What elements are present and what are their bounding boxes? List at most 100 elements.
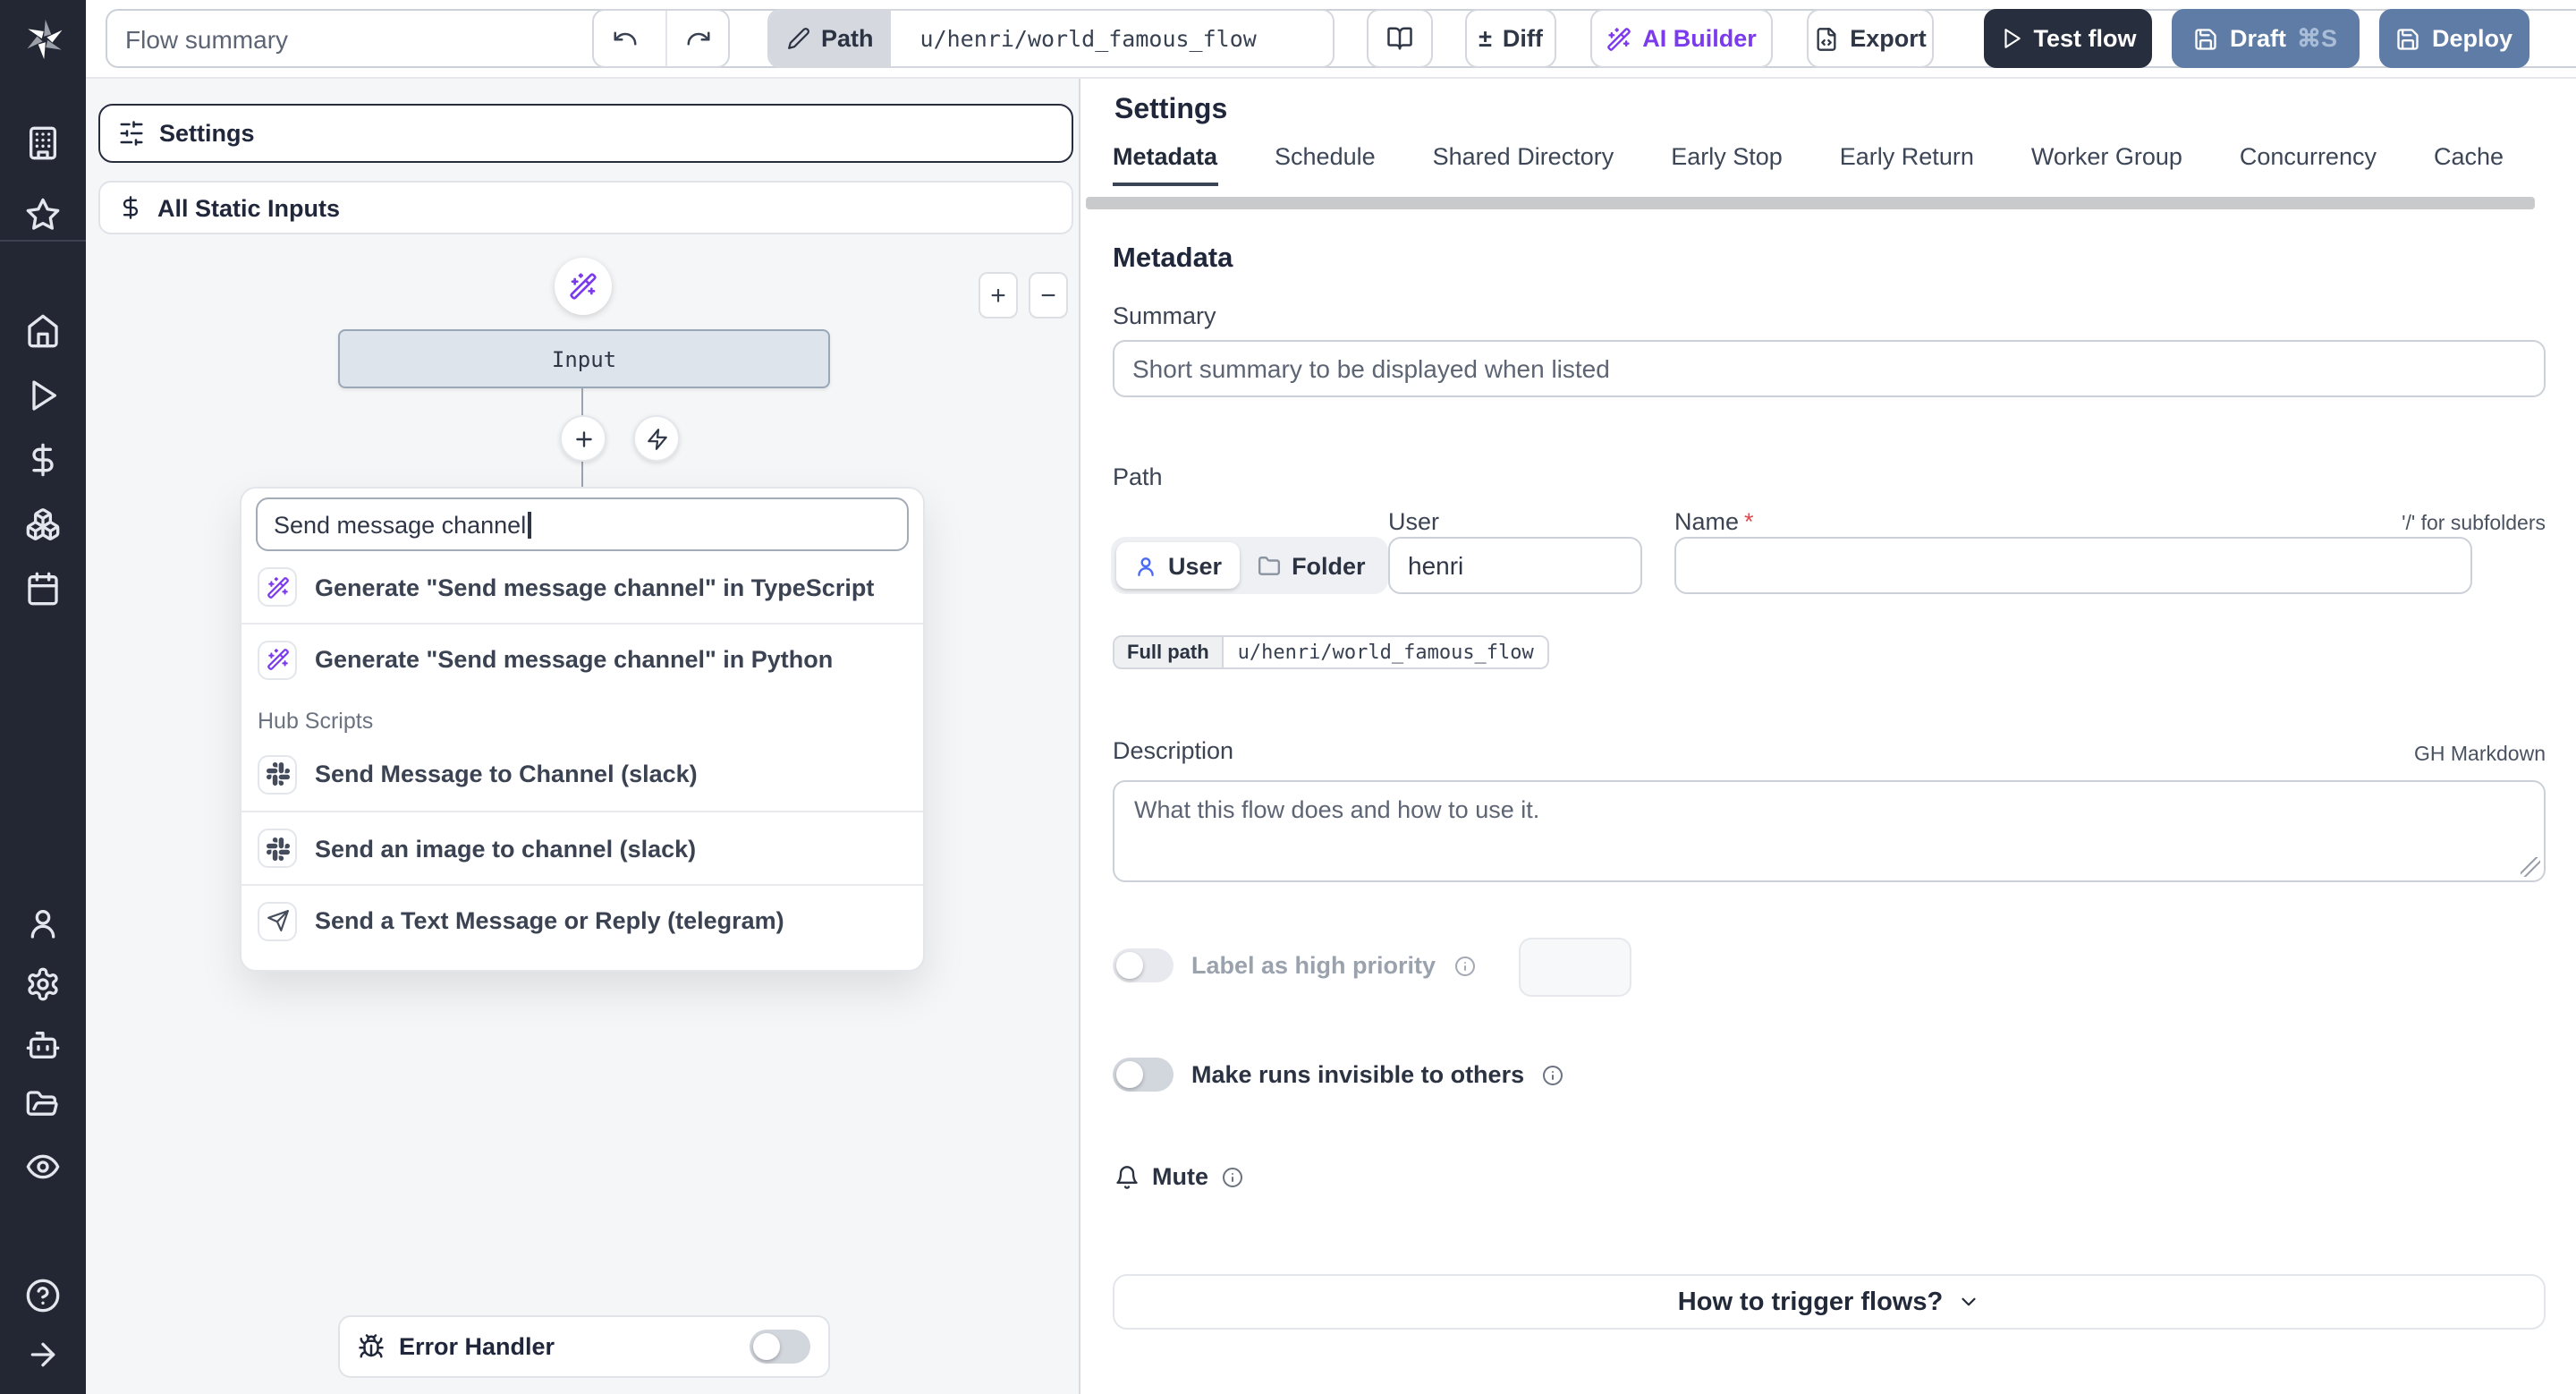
save-icon (2398, 28, 2419, 49)
zoom-in-button[interactable]: + (979, 272, 1018, 319)
hub-script-slack-image[interactable]: Send an image to channel (slack) (242, 811, 923, 884)
bug-icon (359, 1334, 384, 1358)
error-handler-label: Error Handler (399, 1333, 555, 1360)
windmill-flow-editor: Path u/henri/world_famous_flow ± Diff AI… (0, 0, 2576, 1394)
windmill-logo-icon[interactable] (21, 16, 68, 63)
all-static-inputs-row[interactable]: All Static Inputs (98, 181, 1073, 234)
high-priority-label: Label as high priority (1191, 952, 1436, 979)
play-icon (2004, 29, 2021, 48)
left-nav-rail (0, 0, 86, 1394)
resources-boxes-icon[interactable] (25, 506, 61, 542)
invisible-runs-toggle[interactable] (1113, 1058, 1174, 1092)
user-input[interactable] (1388, 537, 1642, 594)
runs-play-icon[interactable] (25, 378, 61, 413)
tab-cache[interactable]: Cache (2434, 143, 2504, 186)
expand-arrow-icon[interactable] (25, 1337, 61, 1373)
variables-dollar-icon[interactable] (25, 442, 61, 478)
bell-icon (1116, 1165, 1138, 1188)
tab-schedule[interactable]: Schedule (1275, 143, 1376, 186)
flow-graph-panel: Settings All Static Inputs Input + − Sen… (86, 79, 1080, 1394)
tab-metadata[interactable]: Metadata (1113, 143, 1218, 186)
settings-title: Settings (1114, 95, 1228, 125)
error-handler-row[interactable]: Error Handler (338, 1315, 830, 1378)
step-search-input[interactable]: Send message channel (256, 497, 909, 551)
ai-flow-button[interactable] (555, 258, 612, 315)
ai-builder-label: AI Builder (1642, 25, 1757, 52)
all-static-inputs-label: All Static Inputs (157, 194, 341, 221)
priority-value-input[interactable] (1519, 938, 1631, 997)
path-chip-value[interactable]: u/henri/world_famous_flow (902, 11, 1333, 66)
test-flow-label: Test flow (2033, 25, 2137, 52)
ai-builder-button[interactable]: AI Builder (1590, 9, 1773, 68)
plus-minus-icon: ± (1479, 25, 1492, 52)
tab-concurrency[interactable]: Concurrency (2240, 143, 2377, 186)
suggestion-generate-typescript[interactable]: Generate "Send message channel" in TypeS… (242, 551, 923, 623)
path-chip[interactable]: Path u/henri/world_famous_flow (767, 9, 1335, 68)
wand-sparkles-icon (570, 273, 597, 300)
settings-gear-icon[interactable] (25, 966, 61, 1002)
zoom-out-button[interactable]: − (1029, 272, 1068, 319)
hub-script-telegram-message[interactable]: Send a Text Message or Reply (telegram) (242, 884, 923, 956)
owner-kind-user-label: User (1168, 552, 1223, 579)
flow-settings-row[interactable]: Settings (98, 104, 1073, 163)
user-icon (1138, 557, 1154, 575)
undo-button[interactable] (594, 11, 656, 66)
rail-divider (0, 240, 86, 242)
deploy-label: Deploy (2431, 25, 2512, 52)
mute-row[interactable]: Mute (1114, 1163, 1242, 1190)
draft-button[interactable]: Draft ⌘S (2172, 9, 2360, 68)
schedules-calendar-icon[interactable] (25, 571, 61, 607)
how-to-trigger-flows-expander[interactable]: How to trigger flows? (1113, 1274, 2546, 1330)
owner-kind-segmented: User Folder (1111, 537, 1389, 594)
export-button[interactable]: Export (1807, 9, 1934, 68)
summary-input[interactable] (1113, 340, 2546, 397)
eye-icon[interactable] (25, 1149, 61, 1185)
error-handler-toggle[interactable] (750, 1330, 810, 1364)
markdown-hint: GH Markdown (2414, 744, 2546, 766)
user-icon[interactable] (25, 905, 61, 941)
suggestion-generate-python[interactable]: Generate "Send message channel" in Pytho… (242, 623, 923, 694)
owner-kind-user-button[interactable]: User (1116, 542, 1241, 589)
book-open-icon (1387, 27, 1412, 50)
tabs-scrollbar[interactable] (1086, 197, 2535, 209)
pencil-icon (788, 28, 809, 49)
add-trigger-button[interactable] (633, 415, 680, 462)
invisible-runs-label: Make runs invisible to others (1191, 1061, 1525, 1088)
add-step-button[interactable] (560, 415, 606, 462)
workers-bot-icon[interactable] (25, 1027, 61, 1063)
slack-icon (258, 754, 297, 794)
wand-sparkles-icon (258, 567, 297, 607)
input-node[interactable]: Input (338, 329, 830, 388)
folders-icon[interactable] (25, 1088, 61, 1124)
test-flow-button[interactable]: Test flow (1984, 9, 2152, 68)
high-priority-row: Label as high priority (1113, 948, 1475, 982)
invisible-runs-row: Make runs invisible to others (1113, 1058, 1563, 1092)
help-icon[interactable] (25, 1278, 61, 1313)
settings-panel: Settings Metadata Schedule Shared Direct… (1080, 79, 2576, 1394)
home-icon[interactable] (25, 313, 61, 349)
deploy-button[interactable]: Deploy (2379, 9, 2529, 68)
name-input[interactable] (1674, 537, 2472, 594)
path-section-label: Path (1113, 463, 1163, 490)
hub-script-slack-message[interactable]: Send Message to Channel (slack) (242, 737, 923, 811)
hub-script-label: Send Message to Channel (slack) (315, 761, 698, 787)
full-path-chip: Full path u/henri/world_famous_flow (1113, 635, 1550, 669)
high-priority-toggle[interactable] (1113, 948, 1174, 982)
path-chip-left: Path (769, 11, 892, 66)
tab-early-return[interactable]: Early Return (1840, 143, 1974, 186)
owner-kind-folder-button[interactable]: Folder (1240, 542, 1384, 589)
diff-button[interactable]: ± Diff (1465, 9, 1556, 68)
tab-shared-directory[interactable]: Shared Directory (1433, 143, 1614, 186)
tab-worker-group[interactable]: Worker Group (2031, 143, 2182, 186)
toolbar: Path u/henri/world_famous_flow ± Diff AI… (86, 0, 2576, 79)
zap-icon (647, 428, 666, 449)
hub-scripts-section-label: Hub Scripts (258, 709, 374, 734)
export-label: Export (1850, 25, 1927, 52)
summary-label: Summary (1113, 302, 1216, 329)
description-textarea[interactable] (1113, 780, 2546, 882)
building-icon[interactable] (25, 125, 61, 161)
docs-button[interactable] (1367, 9, 1433, 68)
tab-early-stop[interactable]: Early Stop (1671, 143, 1783, 186)
redo-button[interactable] (665, 11, 728, 66)
star-icon[interactable] (25, 197, 61, 233)
